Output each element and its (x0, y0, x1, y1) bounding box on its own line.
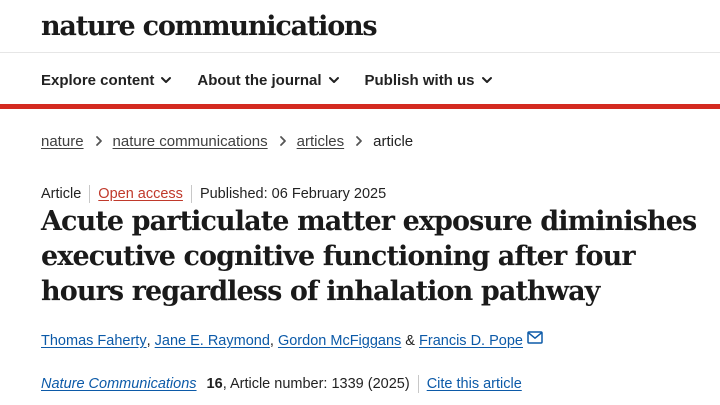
article-type: Article (41, 186, 82, 202)
author-separator: , (269, 333, 278, 349)
chevron-right-icon (94, 135, 104, 147)
breadcrumb-link-nature[interactable]: nature (41, 133, 84, 150)
article-title: Acute particulate matter exposure dimini… (41, 206, 697, 307)
chevron-down-icon (160, 74, 172, 86)
author-separator: , (146, 333, 155, 349)
meta-divider (190, 185, 192, 203)
volume-number: 16 (206, 376, 223, 392)
cite-this-article-link[interactable]: Cite this article (427, 376, 522, 392)
publication-date: Published: 06 February 2025 (199, 186, 387, 202)
mail-icon[interactable] (527, 330, 543, 344)
open-access-link[interactable]: Open access (98, 186, 183, 202)
breadcrumb: nature nature communications articles ar… (41, 130, 413, 152)
main-nav: Explore content About the journal Publis… (41, 66, 518, 94)
meta-divider (89, 185, 91, 203)
journal-link[interactable]: Nature Communications (41, 376, 197, 392)
masthead: nature communications (41, 6, 378, 46)
nav-publish-with-us[interactable]: Publish with us (365, 72, 493, 89)
nav-item-label: Publish with us (364, 71, 475, 89)
author-link[interactable]: Gordon McFiggans (278, 333, 401, 349)
nav-item-label: About the journal (197, 71, 322, 89)
author-link[interactable]: Thomas Faherty (41, 333, 147, 349)
nav-explore-content[interactable]: Explore content (41, 72, 172, 89)
breadcrumb-current: article (373, 132, 414, 150)
accent-bar (0, 104, 720, 109)
nav-about-the-journal[interactable]: About the journal (197, 72, 339, 89)
chevron-down-icon (328, 74, 340, 86)
citation-line: Nature Communications 16 , Article numbe… (41, 374, 522, 394)
chevron-down-icon (481, 74, 493, 86)
author-link[interactable]: Francis D. Pope (419, 333, 523, 349)
chevron-right-icon (354, 135, 364, 147)
citation-divider (417, 375, 419, 393)
article-meta: Article Open access Published: 06 Februa… (41, 184, 386, 204)
article-number: , Article number: 1339 (2025) (222, 376, 410, 392)
header-divider (0, 52, 720, 53)
breadcrumb-link-nature-communications[interactable]: nature communications (113, 133, 268, 150)
nav-item-label: Explore content (41, 71, 155, 89)
chevron-right-icon (278, 135, 288, 147)
breadcrumb-link-articles[interactable]: articles (297, 133, 345, 150)
author-list: Thomas Faherty , Jane E. Raymond , Gordo… (41, 330, 543, 352)
site-logo[interactable]: nature communications (41, 11, 378, 42)
author-separator: & (401, 333, 420, 349)
author-link[interactable]: Jane E. Raymond (155, 333, 270, 349)
